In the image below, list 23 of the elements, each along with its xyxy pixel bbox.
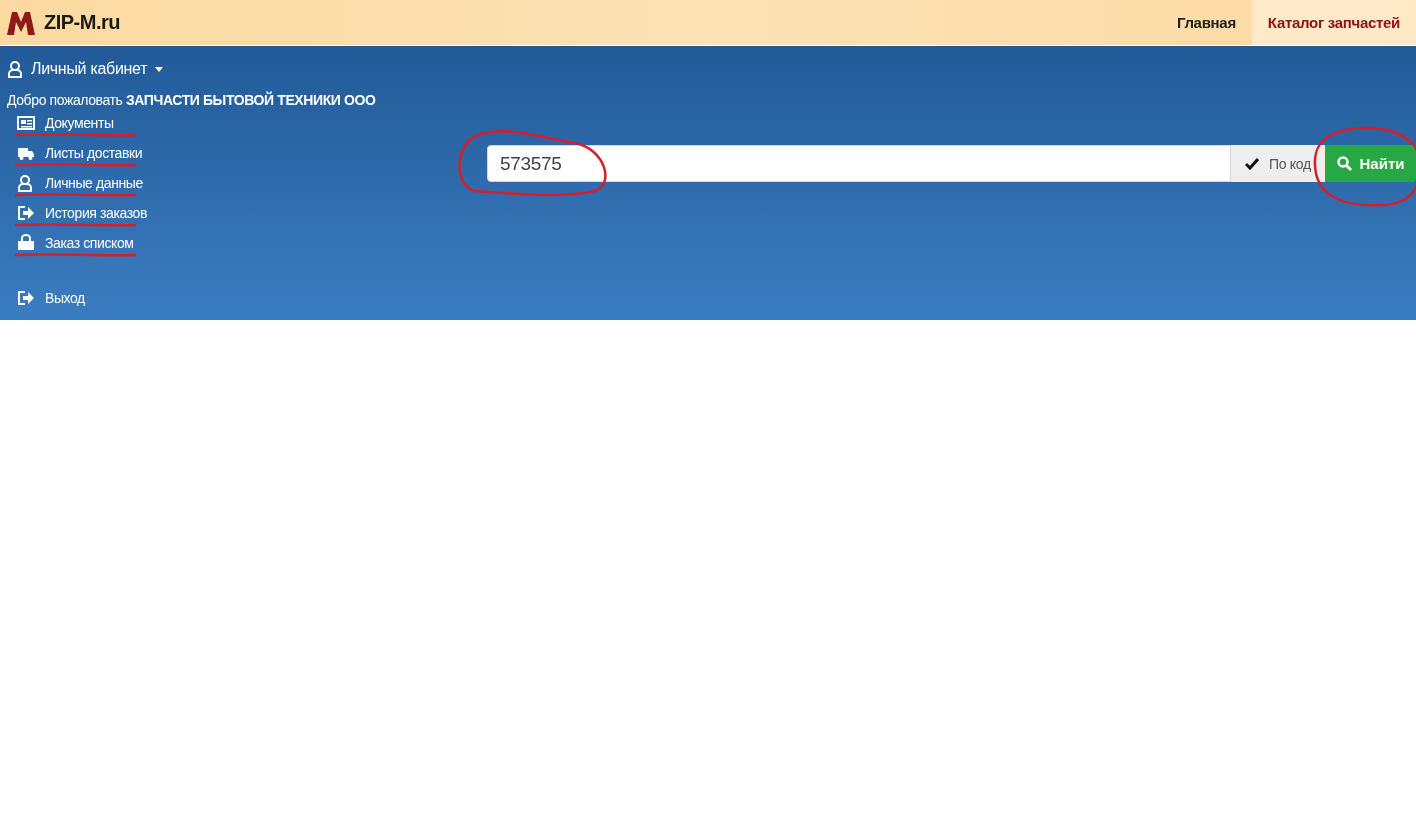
menu-link[interactable]: Выход	[45, 290, 85, 306]
logo-icon	[6, 9, 36, 36]
caret-icon	[155, 66, 164, 72]
exit-icon	[17, 204, 35, 222]
find-button[interactable]: Найти	[1325, 145, 1416, 182]
menu-link[interactable]: Документы	[45, 115, 114, 131]
search-mode-toggle[interactable]: По код	[1231, 145, 1325, 182]
menu-link[interactable]: Личные данные	[45, 175, 143, 191]
search-field[interactable]: 573575	[487, 145, 1231, 182]
account-menu[interactable]: Личный кабинет	[7, 60, 164, 78]
menu-link[interactable]: История заказов	[45, 205, 147, 221]
user-icon	[7, 60, 23, 78]
exit-icon	[17, 289, 35, 307]
bag-icon	[17, 234, 35, 252]
newspaper-icon	[17, 114, 35, 132]
logo-text[interactable]: ZIP-M.ru	[44, 11, 120, 34]
menu-link[interactable]: Листы доставки	[45, 145, 143, 161]
welcome-text: Добро пожаловать ЗАПЧАСТИ БЫТОВОЙ ТЕХНИКИ ООО	[6, 90, 377, 108]
nav-link[interactable]: Главная	[1160, 0, 1252, 45]
nav-link[interactable]: Каталог запчастей	[1251, 0, 1416, 45]
menu-link[interactable]: Заказ списком	[45, 235, 134, 251]
search-icon	[1336, 156, 1352, 171]
user-icon	[17, 174, 35, 192]
